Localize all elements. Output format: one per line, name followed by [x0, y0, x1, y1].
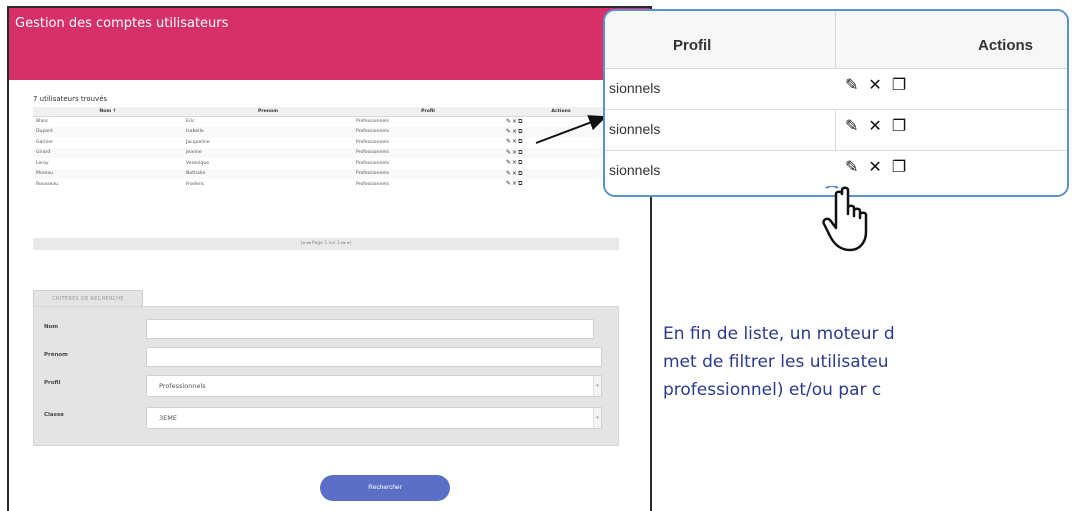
zoom-cell-profil: sionnels — [609, 80, 661, 96]
zoom-row-actions: ✎ ✕ ❐ — [845, 75, 916, 94]
close-icon[interactable]: ✕ — [868, 75, 881, 94]
user-switch-icon[interactable]: ❐ — [892, 157, 906, 176]
caption-text: En fin de liste, un moteur d met de filt… — [663, 320, 1072, 404]
zoom-header: Profil Actions — [605, 11, 1067, 69]
zoom-header-actions: Actions — [978, 37, 1034, 54]
zoom-callout: Profil Actions sionnels ✎ ✕ ❐ sionnels ✎ ✕ ❐… — [603, 9, 1069, 197]
user-switch-icon[interactable]: ❐ — [892, 116, 906, 135]
user-switch-icon[interactable]: ❐ — [892, 75, 906, 94]
close-icon[interactable]: ✕ — [868, 157, 881, 176]
hand-pointer-icon — [822, 186, 868, 252]
zoom-row: sionnels ✎ ✕ ❐ — [605, 69, 1067, 110]
close-icon[interactable]: ✕ — [868, 116, 881, 135]
pencil-icon[interactable]: ✎ — [845, 75, 858, 94]
zoom-cell-profil: sionnels — [609, 162, 661, 178]
caption-line: met de filtrer les utilisateu — [663, 352, 889, 372]
pencil-icon[interactable]: ✎ — [845, 116, 858, 135]
pencil-icon[interactable]: ✎ — [845, 157, 858, 176]
zoom-cell-profil: sionnels — [609, 121, 661, 137]
zoom-header-profil: Profil — [673, 37, 712, 54]
zoom-row-actions: ✎ ✕ ❐ — [845, 116, 916, 135]
caption-line: professionnel) et/ou par c — [663, 380, 882, 400]
caption-line: En fin de liste, un moteur d — [663, 324, 895, 344]
zoom-row-actions: ✎ ✕ ❐ — [845, 157, 916, 176]
zoom-row: sionnels ✎ ✕ ❐ — [605, 110, 1067, 151]
